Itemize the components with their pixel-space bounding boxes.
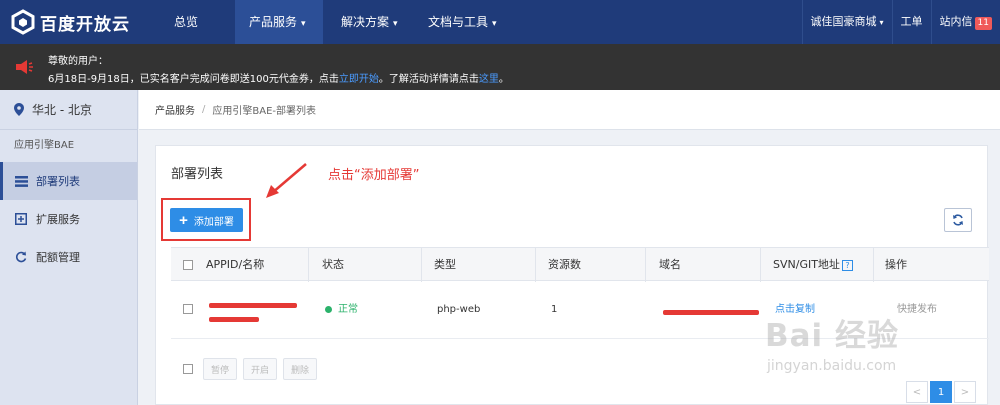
breadcrumb-current: 应用引擎BAE-部署列表 — [212, 106, 317, 117]
sidebar-item-label: 部署列表 — [36, 175, 80, 188]
nav-solutions[interactable]: 解决方案 ▾ — [327, 0, 412, 44]
sidebar-item-deployments[interactable]: 部署列表 — [0, 162, 137, 200]
nav-docs-tools-label: 文档与工具 — [428, 15, 489, 29]
notice-start-link[interactable]: 立即开始 — [339, 74, 379, 85]
row-status: 正常 — [325, 281, 358, 339]
col-appid: APPID/名称 — [206, 258, 265, 271]
nav-overview[interactable]: 总览 — [160, 0, 212, 44]
nav-right: 诚佳国豪商城 ▾ 工单 站内信 11 — [801, 0, 1000, 44]
copy-svn-link[interactable]: 点击复制 — [775, 281, 815, 339]
region-selector[interactable]: 华北 - 北京 — [0, 90, 137, 130]
redacted-appid — [209, 303, 297, 308]
divider — [308, 248, 309, 282]
notice-greeting: 尊敬的用户： — [48, 56, 108, 67]
notice-text-end: 。 — [498, 74, 509, 85]
notice-bar: 尊敬的用户： 6月18日-9月18日，已实名客户完成问卷即送100元代金券，点击… — [0, 44, 1000, 90]
next-page-button[interactable]: > — [954, 381, 976, 403]
col-resources: 资源数 — [548, 258, 581, 271]
col-svn-git: SVN/GIT地址? — [773, 248, 853, 282]
help-icon[interactable]: ? — [841, 259, 853, 271]
redacted-domain — [663, 310, 759, 315]
logo-icon — [11, 9, 35, 35]
refresh-icon — [953, 214, 963, 226]
row-resources: 1 — [551, 304, 558, 315]
chevron-down-icon: ▾ — [492, 19, 497, 29]
start-button[interactable]: 开启 — [243, 358, 277, 380]
messages-badge: 11 — [974, 17, 992, 30]
nav-messages-label: 站内信 — [939, 15, 973, 28]
notice-details-link[interactable]: 这里 — [479, 74, 499, 85]
nav-ticket[interactable]: 工单 — [891, 0, 931, 44]
add-deployment-label: 添加部署 — [193, 216, 234, 228]
notice-message: 6月18日-9月18日，已实名客户完成问卷即送100元代金券，点击立即开始。了解… — [48, 70, 509, 85]
col-status: 状态 — [322, 258, 344, 271]
table-header: APPID/名称 状态 类型 资源数 域名 SVN/GIT地址? 操作 — [171, 247, 989, 282]
chevron-down-icon: ▾ — [301, 19, 306, 29]
logo[interactable]: 百度开放云 — [0, 0, 150, 44]
sidebar-section-title: 应用引擎BAE — [14, 140, 75, 151]
page-title: 部署列表 — [171, 167, 224, 182]
notice-text-mid: 。了解活动详情请点击 — [378, 74, 479, 85]
breadcrumb: 产品服务 / 应用引擎BAE-部署列表 — [139, 90, 1000, 130]
table-row: 正常 php-web 1 点击复制 快捷发布 — [171, 281, 989, 339]
nav-docs-tools[interactable]: 文档与工具 ▾ — [414, 0, 511, 44]
pause-button[interactable]: 暂停 — [203, 358, 237, 380]
location-pin-icon — [14, 103, 24, 116]
notice-text: 6月18日-9月18日，已实名客户完成问卷即送100元代金券，点击 — [48, 74, 339, 85]
logo-text: 百度开放云 — [40, 14, 130, 35]
page-1-button[interactable]: 1 — [930, 381, 952, 403]
col-svn-git-label: SVN/GIT地址 — [773, 258, 840, 271]
plus-icon: + — [179, 211, 188, 229]
divider — [873, 248, 874, 282]
quick-publish-link[interactable]: 快捷发布 — [897, 281, 937, 339]
col-type: 类型 — [434, 258, 456, 271]
refresh-button[interactable] — [944, 208, 972, 232]
divider — [535, 248, 536, 282]
refresh-icon — [14, 250, 28, 264]
redacted-name — [209, 317, 259, 322]
nav-store-label: 诚佳国豪商城 — [810, 15, 877, 28]
pagination: < 1 > — [906, 381, 978, 403]
speaker-icon — [16, 60, 33, 74]
breadcrumb-root[interactable]: 产品服务 — [155, 102, 195, 117]
sidebar-item-extensions[interactable]: 扩展服务 — [0, 200, 137, 238]
deployment-table: APPID/名称 状态 类型 资源数 域名 SVN/GIT地址? 操作 正常 p… — [171, 247, 989, 339]
chevron-down-icon: ▾ — [879, 18, 884, 27]
row-type: php-web — [437, 304, 481, 315]
col-operation: 操作 — [885, 258, 907, 271]
divider — [421, 248, 422, 282]
nav-solutions-label: 解决方案 — [341, 15, 390, 29]
divider — [645, 248, 646, 282]
col-domain: 域名 — [659, 258, 681, 271]
nav-products[interactable]: 产品服务 ▾ — [235, 0, 323, 44]
chevron-down-icon: ▾ — [393, 19, 398, 29]
sidebar-item-label: 扩展服务 — [36, 213, 80, 226]
add-deployment-button[interactable]: + 添加部署 — [170, 208, 243, 232]
sidebar: 华北 - 北京 应用引擎BAE 部署列表 扩展服务 配额管理 — [0, 90, 138, 405]
annotation-text: 点击“添加部署” — [328, 168, 420, 183]
divider — [760, 248, 761, 282]
breadcrumb-separator: / — [202, 104, 206, 115]
annotation-arrow-icon — [266, 163, 307, 198]
bulk-actions: 暂停 开启 删除 — [171, 357, 323, 381]
top-nav: 百度开放云 总览 产品服务 ▾ 解决方案 ▾ 文档与工具 ▾ 诚佳国豪商城 ▾ 工单 站… — [0, 0, 1000, 44]
bulk-select-checkbox[interactable] — [183, 364, 193, 374]
delete-button[interactable]: 删除 — [283, 358, 317, 380]
prev-page-button[interactable]: < — [906, 381, 928, 403]
list-icon — [14, 174, 28, 188]
region-label: 华北 - 北京 — [32, 103, 92, 117]
sidebar-item-quota[interactable]: 配额管理 — [0, 238, 137, 276]
row-checkbox[interactable] — [183, 281, 193, 339]
nav-overview-label: 总览 — [174, 15, 199, 29]
nav-products-label: 产品服务 — [249, 15, 298, 29]
plus-box-icon — [14, 212, 28, 226]
nav-messages[interactable]: 站内信 11 — [930, 0, 1000, 44]
row-status-label: 正常 — [338, 304, 358, 315]
status-dot-icon — [325, 305, 332, 313]
sidebar-item-label: 配额管理 — [36, 251, 80, 264]
select-all-checkbox[interactable] — [183, 248, 193, 282]
nav-store[interactable]: 诚佳国豪商城 ▾ — [801, 0, 892, 44]
